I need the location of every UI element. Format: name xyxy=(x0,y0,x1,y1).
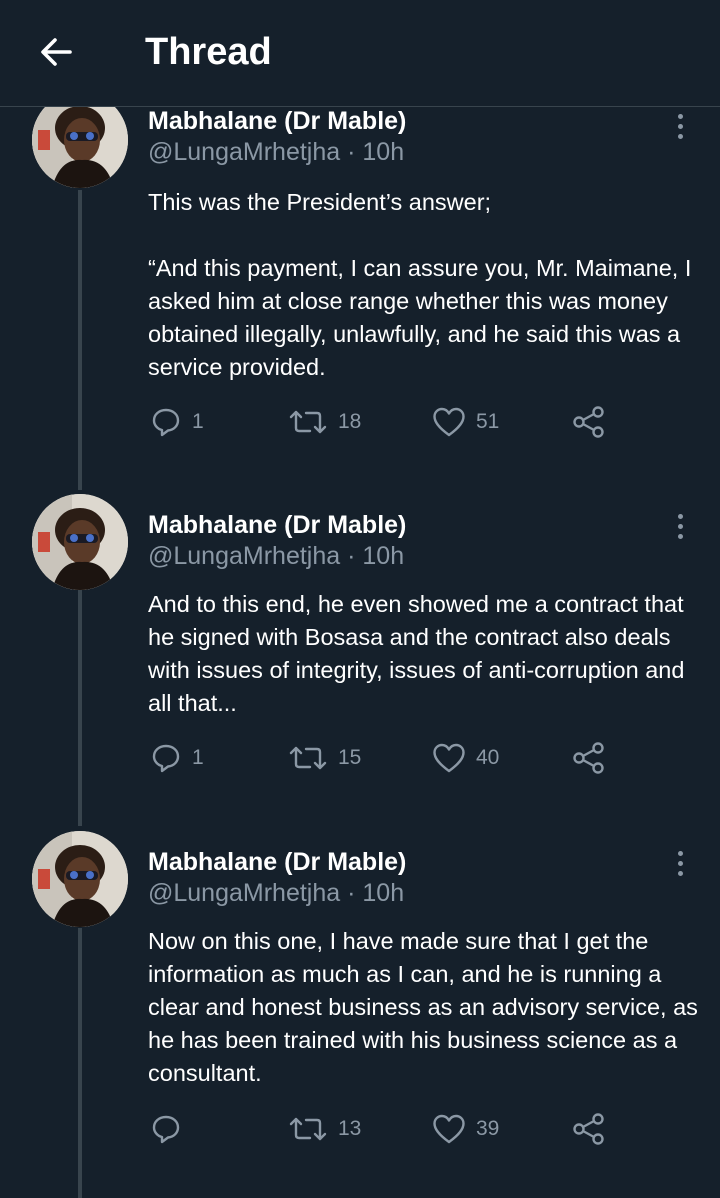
retweet-button[interactable]: 15 xyxy=(288,738,361,778)
author-meta: @LungaMrhetjha · 10h xyxy=(148,136,404,168)
like-button[interactable]: 51 xyxy=(432,402,499,442)
reply-button[interactable]: 1 xyxy=(150,402,204,442)
author-name[interactable]: Mabhalane (Dr Mable) xyxy=(148,847,406,877)
like-count: 40 xyxy=(476,746,500,769)
like-count: 51 xyxy=(476,410,500,433)
retweet-count: 13 xyxy=(338,1117,362,1140)
more-options-button[interactable] xyxy=(664,106,696,146)
share-icon xyxy=(573,742,604,774)
avatar[interactable] xyxy=(32,494,128,590)
tweet-time[interactable]: 10h xyxy=(362,138,404,166)
author-meta: @LungaMrhetjha · 10h xyxy=(148,877,404,909)
heart-icon xyxy=(433,1114,465,1144)
like-button[interactable]: 40 xyxy=(432,738,499,778)
reply-count: 1 xyxy=(192,746,204,769)
meta-separator: · xyxy=(340,879,363,907)
author-handle[interactable]: @LungaMrhetjha xyxy=(148,138,340,166)
retweet-icon xyxy=(289,1117,327,1141)
reply-count: 1 xyxy=(192,410,204,433)
tweet-time[interactable]: 10h xyxy=(362,879,404,907)
share-button[interactable] xyxy=(572,402,606,442)
avatar[interactable] xyxy=(32,831,128,927)
arrow-left-icon xyxy=(41,38,72,66)
tweet-text: This was the President’s answer; “And th… xyxy=(148,189,692,380)
retweet-button[interactable]: 13 xyxy=(288,1109,361,1149)
like-button[interactable]: 39 xyxy=(432,1109,499,1149)
tweet-text: Now on this one, I have made sure that I… xyxy=(148,928,705,1086)
more-options-button[interactable] xyxy=(664,843,696,883)
heart-icon xyxy=(433,407,465,437)
tweet[interactable]: Mabhalane (Dr Mable) @LungaMrhetjha · 10… xyxy=(0,92,720,472)
more-vertical-icon xyxy=(677,113,683,139)
reply-button[interactable]: 1 xyxy=(150,738,204,778)
more-vertical-icon xyxy=(677,513,683,539)
back-button[interactable] xyxy=(28,24,84,80)
more-vertical-icon xyxy=(677,850,683,876)
author-handle[interactable]: @LungaMrhetjha xyxy=(148,879,340,907)
heart-icon xyxy=(433,743,465,773)
reply-icon xyxy=(152,1115,180,1144)
author-name[interactable]: Mabhalane (Dr Mable) xyxy=(148,106,406,136)
tweet[interactable]: Mabhalane (Dr Mable) @LungaMrhetjha · 10… xyxy=(0,831,720,1161)
tweet[interactable]: Mabhalane (Dr Mable) @LungaMrhetjha · 10… xyxy=(0,494,720,794)
retweet-count: 18 xyxy=(338,410,362,433)
retweet-count: 15 xyxy=(338,746,362,769)
tweet-actions: 1 15 40 xyxy=(148,738,618,778)
meta-separator: · xyxy=(340,542,363,570)
retweet-icon xyxy=(289,410,327,434)
like-count: 39 xyxy=(476,1117,500,1140)
share-button[interactable] xyxy=(572,738,606,778)
retweet-button[interactable]: 18 xyxy=(288,402,361,442)
author-handle[interactable]: @LungaMrhetjha xyxy=(148,542,340,570)
meta-separator: · xyxy=(340,138,363,166)
tweet-actions: 1 18 51 xyxy=(148,402,618,442)
reply-icon xyxy=(152,744,180,773)
top-bar: Thread xyxy=(0,0,720,107)
share-icon xyxy=(573,1113,604,1145)
author-meta: @LungaMrhetjha · 10h xyxy=(148,540,404,572)
author-name[interactable]: Mabhalane (Dr Mable) xyxy=(148,510,406,540)
share-icon xyxy=(573,406,604,438)
tweet-text: And to this end, he even showed me a con… xyxy=(148,591,691,716)
reply-icon xyxy=(152,408,180,437)
reply-button[interactable] xyxy=(150,1109,192,1149)
more-options-button[interactable] xyxy=(664,506,696,546)
tweet-time[interactable]: 10h xyxy=(362,542,404,570)
page-title: Thread xyxy=(145,31,272,73)
tweet-actions: 13 39 xyxy=(148,1109,618,1149)
retweet-icon xyxy=(289,746,327,770)
share-button[interactable] xyxy=(572,1109,606,1149)
